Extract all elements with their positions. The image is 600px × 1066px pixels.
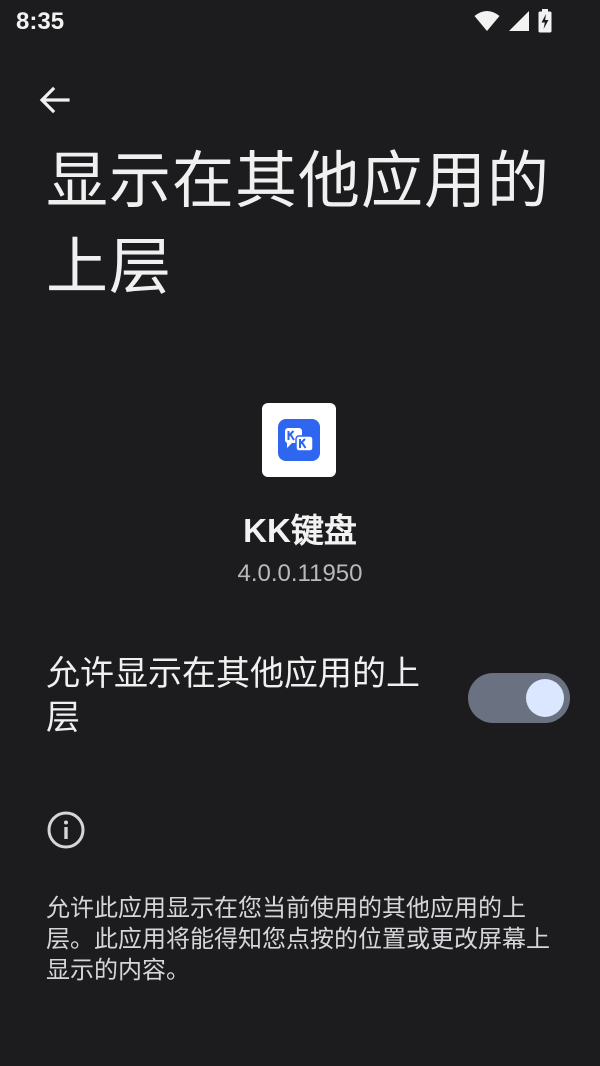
- info-description: 允许此应用显示在您当前使用的其他应用的上层。此应用将能得知您点按的位置或更改屏幕…: [46, 894, 550, 984]
- permission-toggle-switch[interactable]: [468, 673, 570, 723]
- toggle-knob: [526, 679, 564, 717]
- arrow-back-icon: [39, 86, 70, 114]
- permission-label: 允许显示在其他应用的上层: [46, 654, 420, 738]
- app-version: 4.0.0.11950: [237, 560, 363, 587]
- back-button[interactable]: [34, 80, 74, 120]
- wifi-icon: [474, 11, 500, 31]
- status-bar: 8:35: [0, 0, 600, 46]
- kk-keyboard-logo-icon: [278, 419, 320, 461]
- status-time: 8:35: [16, 8, 65, 35]
- app-icon: [262, 403, 336, 477]
- app-name: KK键盘: [243, 512, 357, 549]
- signal-icon: [509, 11, 529, 31]
- info-icon: [47, 811, 85, 849]
- status-icons: [474, 9, 552, 33]
- page-title: 显示在其他应用的上层: [46, 144, 551, 303]
- permission-toggle-row[interactable]: 允许显示在其他应用的上层: [46, 652, 574, 752]
- battery-charging-icon: [538, 9, 552, 33]
